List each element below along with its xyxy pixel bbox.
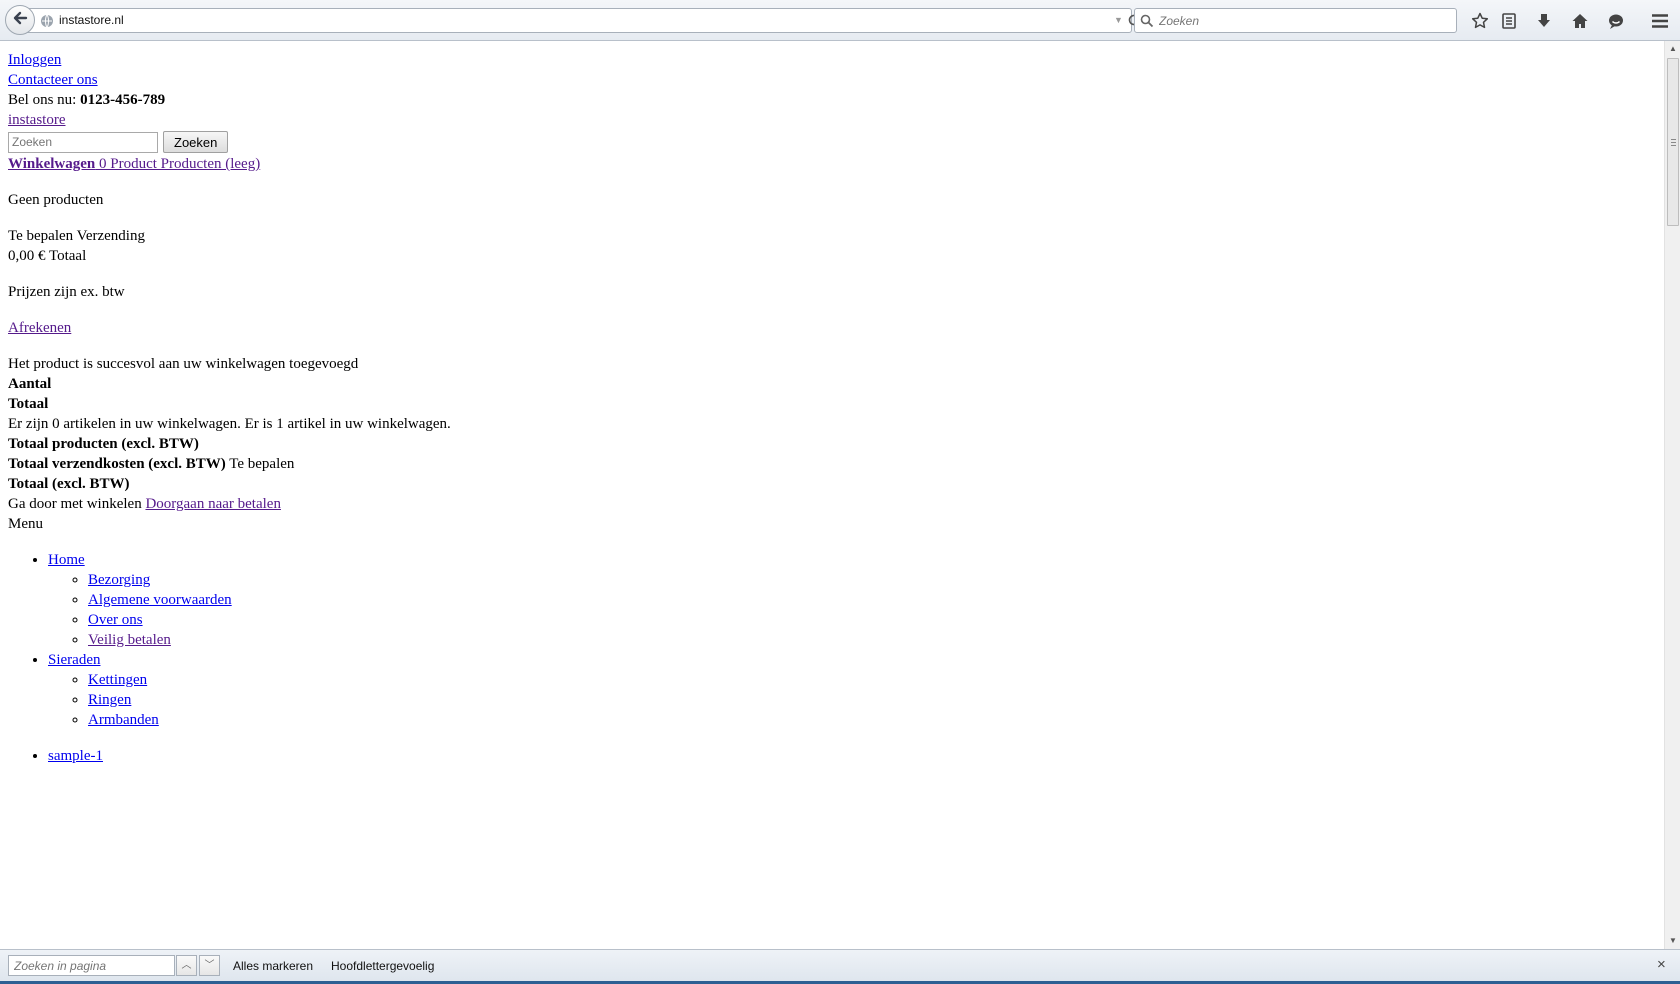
prices-note: Prijzen zijn ex. btw bbox=[8, 284, 125, 300]
close-icon[interactable]: × bbox=[1657, 956, 1666, 973]
vertical-scrollbar[interactable]: ▲ ▼ bbox=[1664, 41, 1680, 949]
back-button[interactable] bbox=[5, 5, 35, 35]
chevron-up-icon: ︿ bbox=[181, 960, 192, 971]
proceed-to-checkout-link[interactable]: Doorgaan naar betalen bbox=[145, 496, 281, 512]
cart-shipping: Te bepalen Verzending bbox=[8, 228, 145, 244]
contact-link[interactable]: Contacteer ons bbox=[8, 72, 98, 88]
match-case-toggle[interactable]: Hoofdlettergevoelig bbox=[331, 959, 434, 973]
call-us-line: Bel ons nu: 0123-456-789 bbox=[8, 90, 1608, 110]
search-icon bbox=[1140, 14, 1154, 33]
browser-search-bar[interactable] bbox=[1134, 8, 1457, 33]
submenu-item: Veilig betalen bbox=[88, 630, 1608, 650]
site-search-button[interactable]: Zoeken bbox=[163, 131, 229, 153]
continue-line: Ga door met winkelen Doorgaan naar betal… bbox=[8, 494, 1608, 514]
site-search-form: Zoeken bbox=[8, 130, 1608, 154]
total-shipping-value: Te bepalen bbox=[229, 456, 295, 472]
phone-number: 0123-456-789 bbox=[80, 92, 166, 108]
submenu-home: Bezorging Algemene voorwaarden Over ons … bbox=[48, 570, 1608, 650]
url-text[interactable]: instastore.nl bbox=[59, 13, 124, 27]
chevron-down-icon: ﹀ bbox=[204, 960, 215, 971]
cart-title: Winkelwagen bbox=[8, 156, 96, 172]
total-shipping-label: Totaal verzendkosten (excl. BTW) bbox=[8, 456, 226, 472]
highlight-all-toggle[interactable]: Alles markeren bbox=[233, 959, 313, 973]
find-next-button[interactable]: ﹀ bbox=[199, 955, 220, 976]
menu-link-sample-1[interactable]: sample-1 bbox=[48, 748, 103, 764]
logo-link[interactable]: instastore bbox=[8, 112, 66, 128]
scroll-down-arrow-icon[interactable]: ▼ bbox=[1665, 933, 1680, 949]
scrollbar-grip-icon bbox=[1671, 139, 1676, 146]
continue-shopping-text: Ga door met winkelen bbox=[8, 496, 142, 512]
menu-link-ringen[interactable]: Ringen bbox=[88, 692, 131, 708]
submenu-item: Algemene voorwaarden bbox=[88, 590, 1608, 610]
quantity-label: Aantal bbox=[8, 376, 52, 392]
submenu-item: Kettingen bbox=[88, 670, 1608, 690]
menu-item-home: Home Bezorging Algemene voorwaarden Over… bbox=[48, 550, 1608, 650]
total-shipping-line: Totaal verzendkosten (excl. BTW) Te bepa… bbox=[8, 454, 1608, 474]
login-link[interactable]: Inloggen bbox=[8, 52, 61, 68]
downloads-icon[interactable] bbox=[1533, 10, 1555, 32]
url-history-dropdown-icon[interactable]: ▼ bbox=[1114, 15, 1123, 25]
find-in-page-input[interactable] bbox=[8, 955, 175, 976]
checkout-link[interactable]: Afrekenen bbox=[8, 320, 71, 336]
menu-link-veilig-betalen[interactable]: Veilig betalen bbox=[88, 632, 171, 648]
bookmark-star-icon[interactable] bbox=[1469, 10, 1491, 32]
submenu-sieraden: Kettingen Ringen Armbanden bbox=[48, 670, 1608, 730]
url-bar[interactable]: instastore.nl ▼ bbox=[22, 8, 1140, 33]
menu-link-sieraden[interactable]: Sieraden bbox=[48, 652, 100, 668]
submenu-item: Bezorging bbox=[88, 570, 1608, 590]
submenu-item: Armbanden bbox=[88, 710, 1608, 730]
cart-summary: 0 Product Producten (leeg) bbox=[99, 156, 261, 172]
submenu-item: Ringen bbox=[88, 690, 1608, 710]
cart-link[interactable]: Winkelwagen 0 Product Producten (leeg) bbox=[8, 156, 260, 172]
back-arrow-icon bbox=[12, 10, 28, 31]
total-label: Totaal bbox=[8, 396, 49, 412]
hamburger-menu-icon[interactable] bbox=[1647, 10, 1673, 32]
hello-chat-icon[interactable] bbox=[1605, 10, 1627, 32]
page-viewport: Inloggen Contacteer ons Bel ons nu: 0123… bbox=[0, 41, 1664, 949]
site-search-input[interactable] bbox=[8, 131, 158, 153]
browser-search-input[interactable] bbox=[1159, 12, 1449, 29]
find-in-page-bar: ︿ ﹀ Alles markeren Hoofdlettergevoelig × bbox=[0, 949, 1680, 981]
menu-link-over-ons[interactable]: Over ons bbox=[88, 612, 143, 628]
browser-toolbar: instastore.nl ▼ bbox=[0, 0, 1680, 41]
menu-label: Menu bbox=[8, 516, 43, 532]
main-menu: Home Bezorging Algemene voorwaarden Over… bbox=[8, 550, 1608, 766]
scrollbar-thumb[interactable] bbox=[1667, 58, 1679, 226]
cart-count-text: Er zijn 0 artikelen in uw winkelwagen. E… bbox=[8, 416, 451, 432]
find-previous-button[interactable]: ︿ bbox=[176, 955, 197, 976]
add-success-message: Het product is succesvol aan uw winkelwa… bbox=[8, 356, 359, 372]
total-products-label: Totaal producten (excl. BTW) bbox=[8, 436, 199, 452]
menu-item-sample-1: sample-1 bbox=[48, 746, 1608, 766]
cart-no-products: Geen producten bbox=[8, 192, 104, 208]
call-us-label: Bel ons nu: bbox=[8, 92, 77, 108]
cart-total: 0,00 € Totaal bbox=[8, 248, 87, 264]
menu-link-kettingen[interactable]: Kettingen bbox=[88, 672, 147, 688]
menu-link-bezorging[interactable]: Bezorging bbox=[88, 572, 150, 588]
menu-link-algemene-voorwaarden[interactable]: Algemene voorwaarden bbox=[88, 592, 232, 608]
menu-item-sieraden: Sieraden Kettingen Ringen Armbanden bbox=[48, 650, 1608, 730]
menu-link-armbanden[interactable]: Armbanden bbox=[88, 712, 159, 728]
total-excl-label: Totaal (excl. BTW) bbox=[8, 476, 130, 492]
submenu-item: Over ons bbox=[88, 610, 1608, 630]
home-icon[interactable] bbox=[1569, 10, 1591, 32]
bookmarks-menu-icon[interactable] bbox=[1498, 10, 1520, 32]
site-identity-icon[interactable] bbox=[40, 14, 54, 33]
menu-link-home[interactable]: Home bbox=[48, 552, 85, 568]
page-content: Inloggen Contacteer ons Bel ons nu: 0123… bbox=[8, 50, 1608, 766]
scroll-up-arrow-icon[interactable]: ▲ bbox=[1665, 41, 1680, 57]
